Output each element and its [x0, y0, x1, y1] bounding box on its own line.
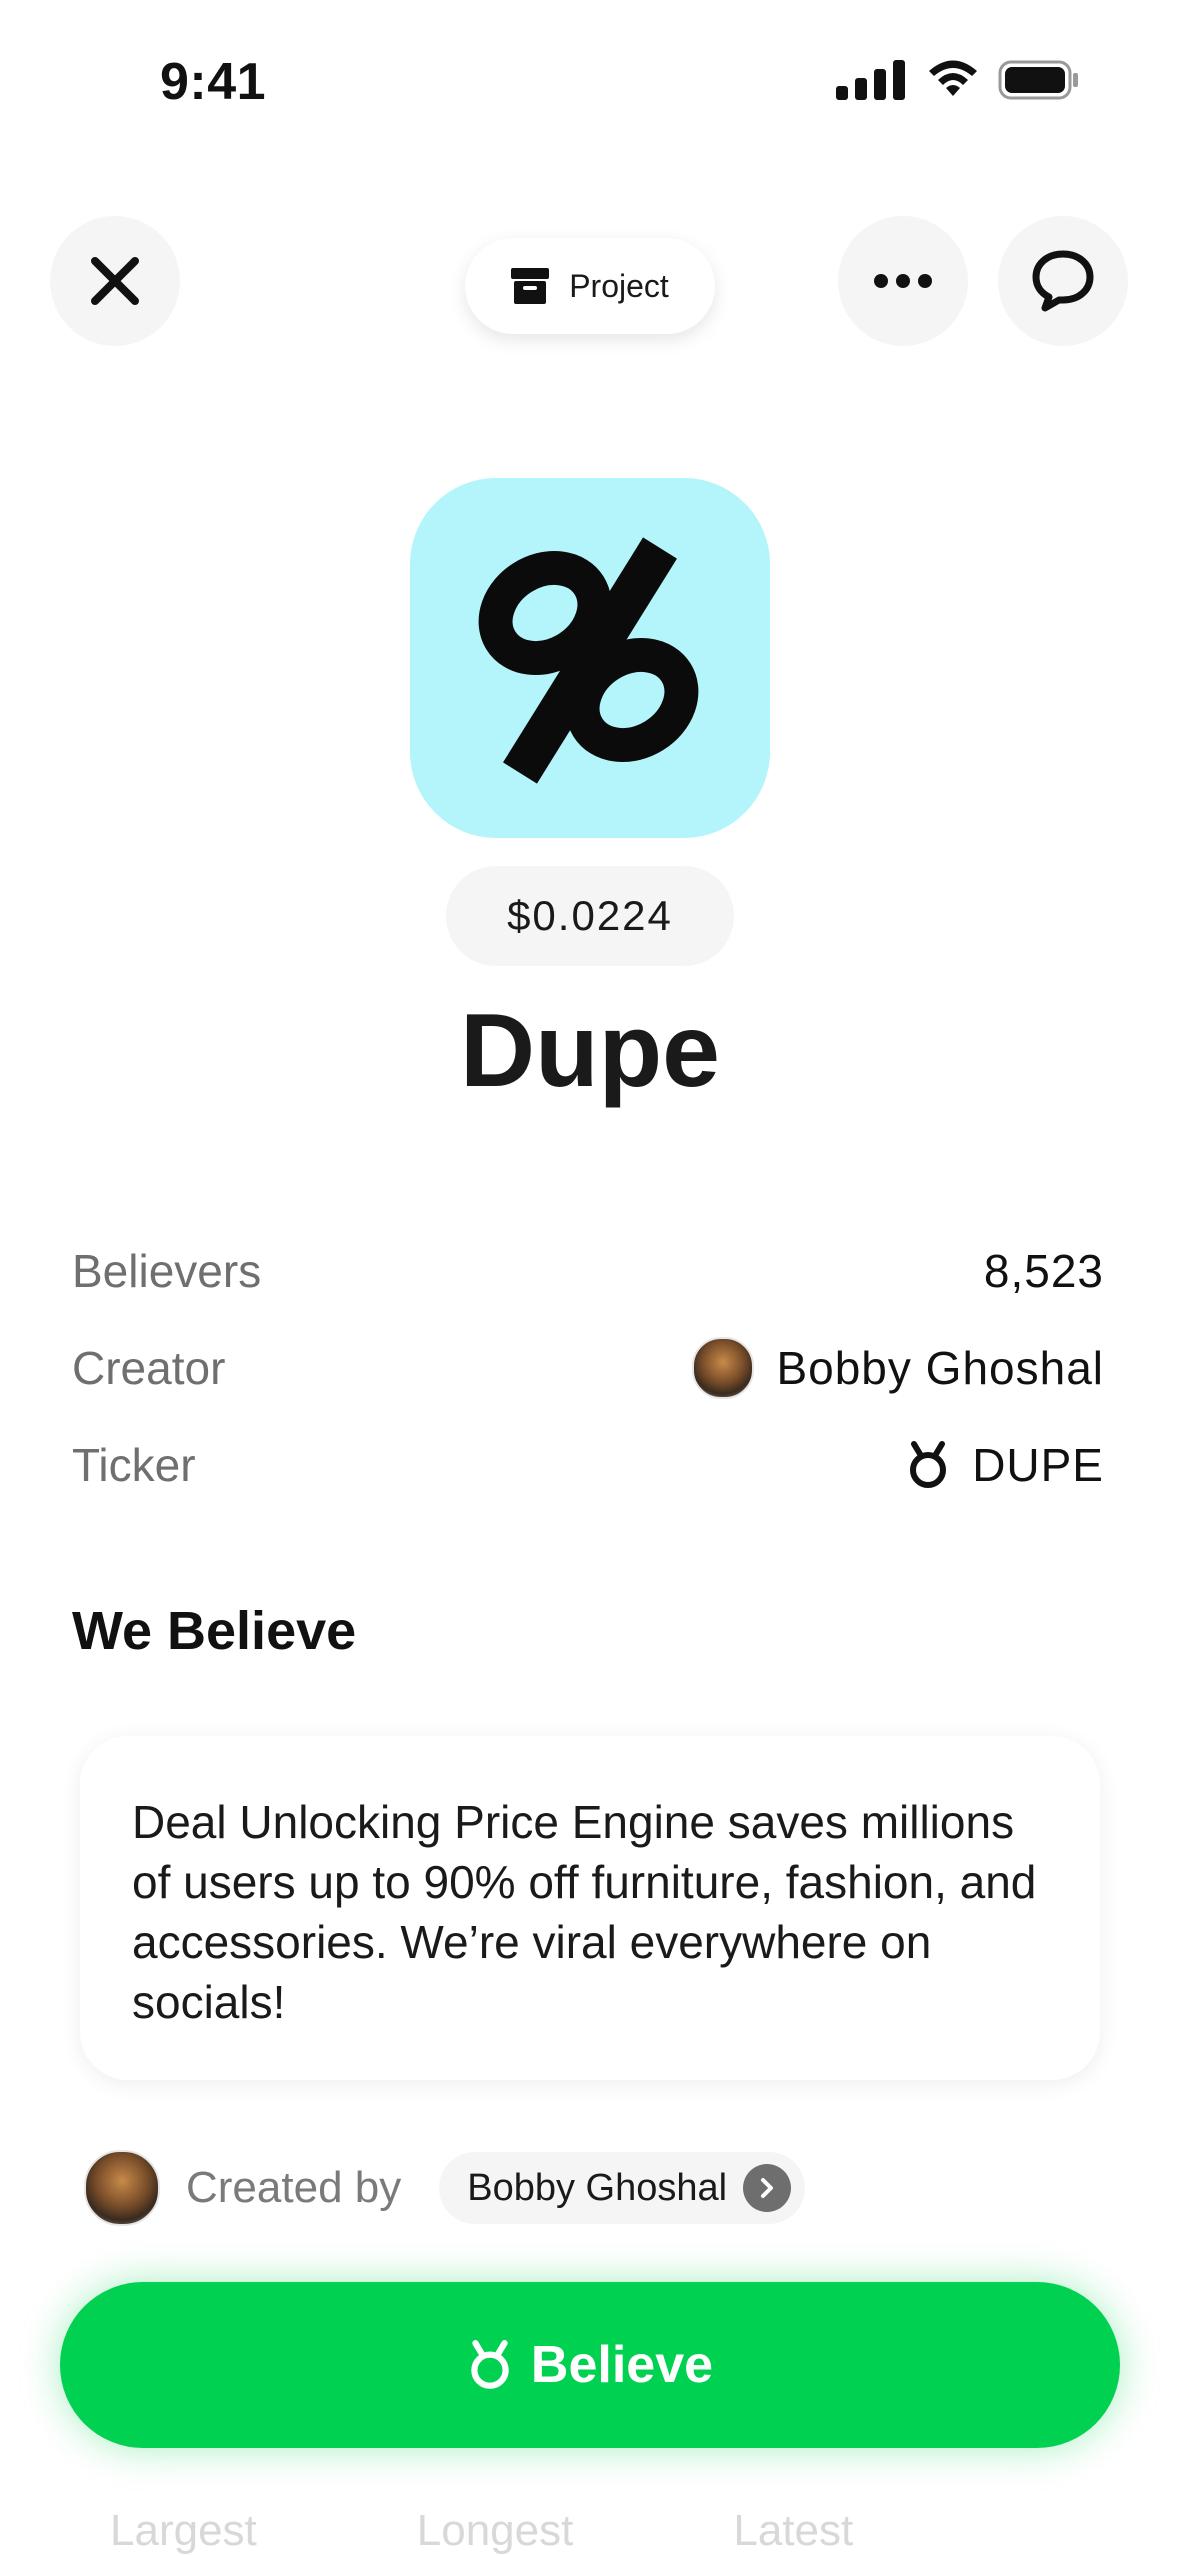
more-button[interactable] [838, 216, 968, 346]
status-time: 9:41 [160, 53, 267, 111]
believers-label: Believers [72, 1245, 262, 1297]
chat-button[interactable] [998, 216, 1128, 346]
more-icon [874, 274, 932, 288]
project-logo [410, 478, 770, 838]
creator-avatar [692, 1337, 755, 1399]
tab-longest[interactable]: Longest [417, 2506, 574, 2556]
believe-token-icon [471, 2340, 509, 2389]
project-chip[interactable]: Project [465, 238, 715, 334]
price-chip: $0.0224 [446, 866, 734, 966]
close-icon [91, 257, 139, 305]
chevron-right-icon [743, 2164, 792, 2212]
battery-icon [998, 60, 1078, 100]
ticker-text: DUPE [972, 1439, 1104, 1491]
belief-text: Deal Unlocking Price Engine saves millio… [132, 1796, 1037, 2028]
wifi-icon [929, 60, 977, 96]
ticker-row: Ticker DUPE [72, 1430, 1104, 1500]
project-name: Dupe [460, 993, 720, 1109]
we-believe-title: We Believe [72, 1601, 357, 1661]
believe-token-icon [910, 1441, 947, 1488]
close-button[interactable] [50, 216, 180, 346]
creator-value[interactable]: Bobby Ghoshal [692, 1337, 1104, 1399]
believe-button[interactable]: Believe [60, 2282, 1120, 2448]
created-by-avatar [84, 2150, 160, 2226]
belief-card: Deal Unlocking Price Engine saves millio… [80, 1736, 1100, 2080]
creator-label: Creator [72, 1342, 226, 1394]
believers-value: 8,523 [983, 1245, 1104, 1297]
creator-chip[interactable]: Bobby Ghoshal [439, 2152, 806, 2224]
project-chip-label: Project [569, 267, 669, 304]
creator-row[interactable]: Creator Bobby Ghoshal [72, 1333, 1104, 1403]
chat-bubble-icon [1032, 250, 1094, 312]
created-by-label: Created by [186, 2163, 402, 2212]
created-by-line: Created by Bobby Ghoshal [84, 2150, 806, 2226]
tab-largest[interactable]: Largest [110, 2506, 257, 2556]
creator-name: Bobby Ghoshal [776, 1342, 1104, 1394]
cellular-signal-icon [836, 60, 905, 100]
status-icons [836, 60, 1080, 100]
holders-tabs: Largest Longest Latest [110, 2506, 1010, 2556]
creator-chip-name: Bobby Ghoshal [467, 2166, 728, 2209]
ticker-value: DUPE [906, 1438, 1104, 1492]
believe-button-label: Believe [530, 2336, 714, 2394]
tab-latest[interactable]: Latest [733, 2506, 853, 2556]
archive-box-icon [511, 268, 550, 304]
percent-logo-icon [478, 537, 699, 784]
believers-row: Believers 8,523 [72, 1236, 1104, 1306]
ticker-label: Ticker [72, 1439, 196, 1491]
